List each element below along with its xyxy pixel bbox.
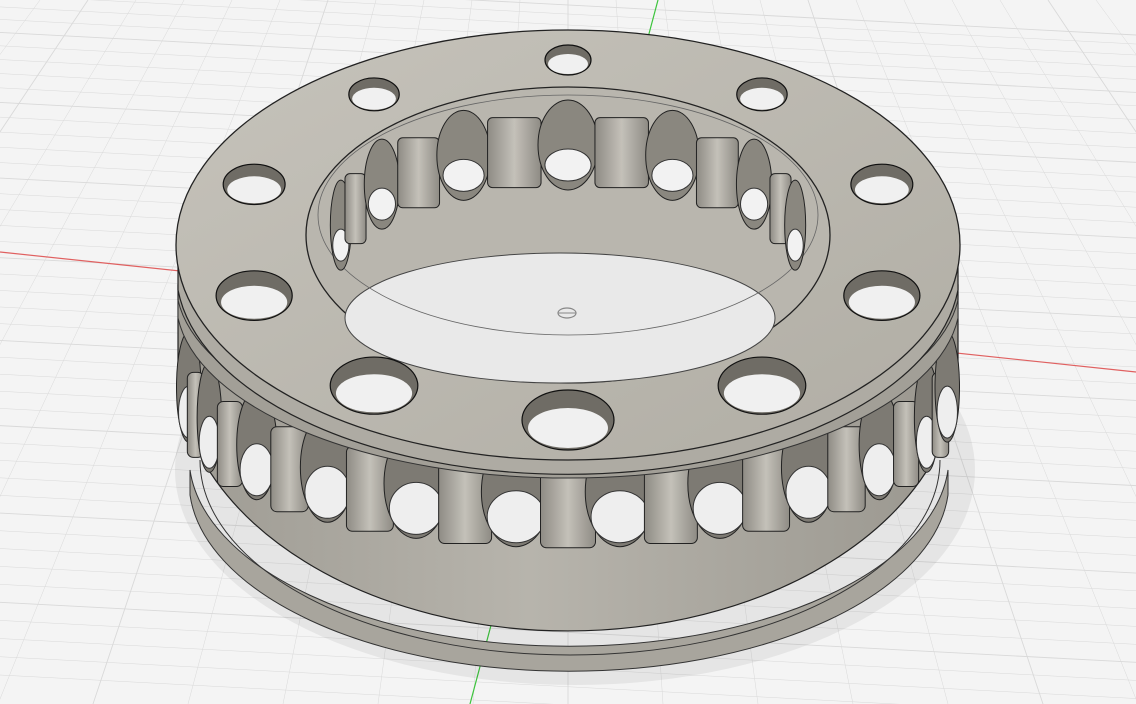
cage-window-hole <box>590 490 650 544</box>
cage-window-hole <box>304 465 351 519</box>
bolt-hole-through <box>227 176 282 204</box>
cage-window-hole <box>936 385 958 439</box>
cage-window-hole <box>198 415 221 469</box>
inner-roller-bar <box>594 117 649 189</box>
inner-window-hole <box>786 228 804 262</box>
grid-line-v <box>0 0 41 55</box>
grid-line-v <box>999 0 1136 227</box>
inner-window-hole <box>740 187 769 221</box>
grid-line-v <box>1047 0 1136 133</box>
bolt-hole-through <box>723 374 801 413</box>
bolt-hole-through <box>352 87 396 110</box>
grid-line-v <box>0 0 89 133</box>
inner-bore-floor <box>344 252 776 384</box>
grid-line-v <box>951 0 1136 346</box>
cage-window-hole <box>486 490 546 544</box>
inner-roller-bar <box>695 137 739 209</box>
bolt-hole-through <box>854 176 909 204</box>
cage-window-hole <box>692 481 748 535</box>
model-scene[interactable] <box>0 0 1136 704</box>
grid-line-v <box>0 0 185 346</box>
3d-viewport[interactable] <box>0 0 1136 704</box>
cage-window-hole <box>239 443 275 497</box>
bolt-hole-through <box>335 374 413 413</box>
bolt-hole-through <box>528 408 608 448</box>
inner-roller-bar <box>344 173 367 245</box>
cage-window-hole <box>388 481 444 535</box>
bolt-hole-through <box>740 87 784 110</box>
inner-window-hole <box>367 187 396 221</box>
inner-window-hole <box>651 158 694 192</box>
inner-window-hole <box>442 158 485 192</box>
bolt-hole-through <box>848 285 915 319</box>
bolt-hole-through <box>548 54 588 74</box>
inner-roller-bar <box>397 137 441 209</box>
bolt-hole-through <box>221 285 288 319</box>
inner-window-hole <box>544 148 592 182</box>
cage-window-hole <box>785 465 832 519</box>
cage-window-hole <box>861 443 897 497</box>
inner-roller-bar <box>487 117 542 189</box>
